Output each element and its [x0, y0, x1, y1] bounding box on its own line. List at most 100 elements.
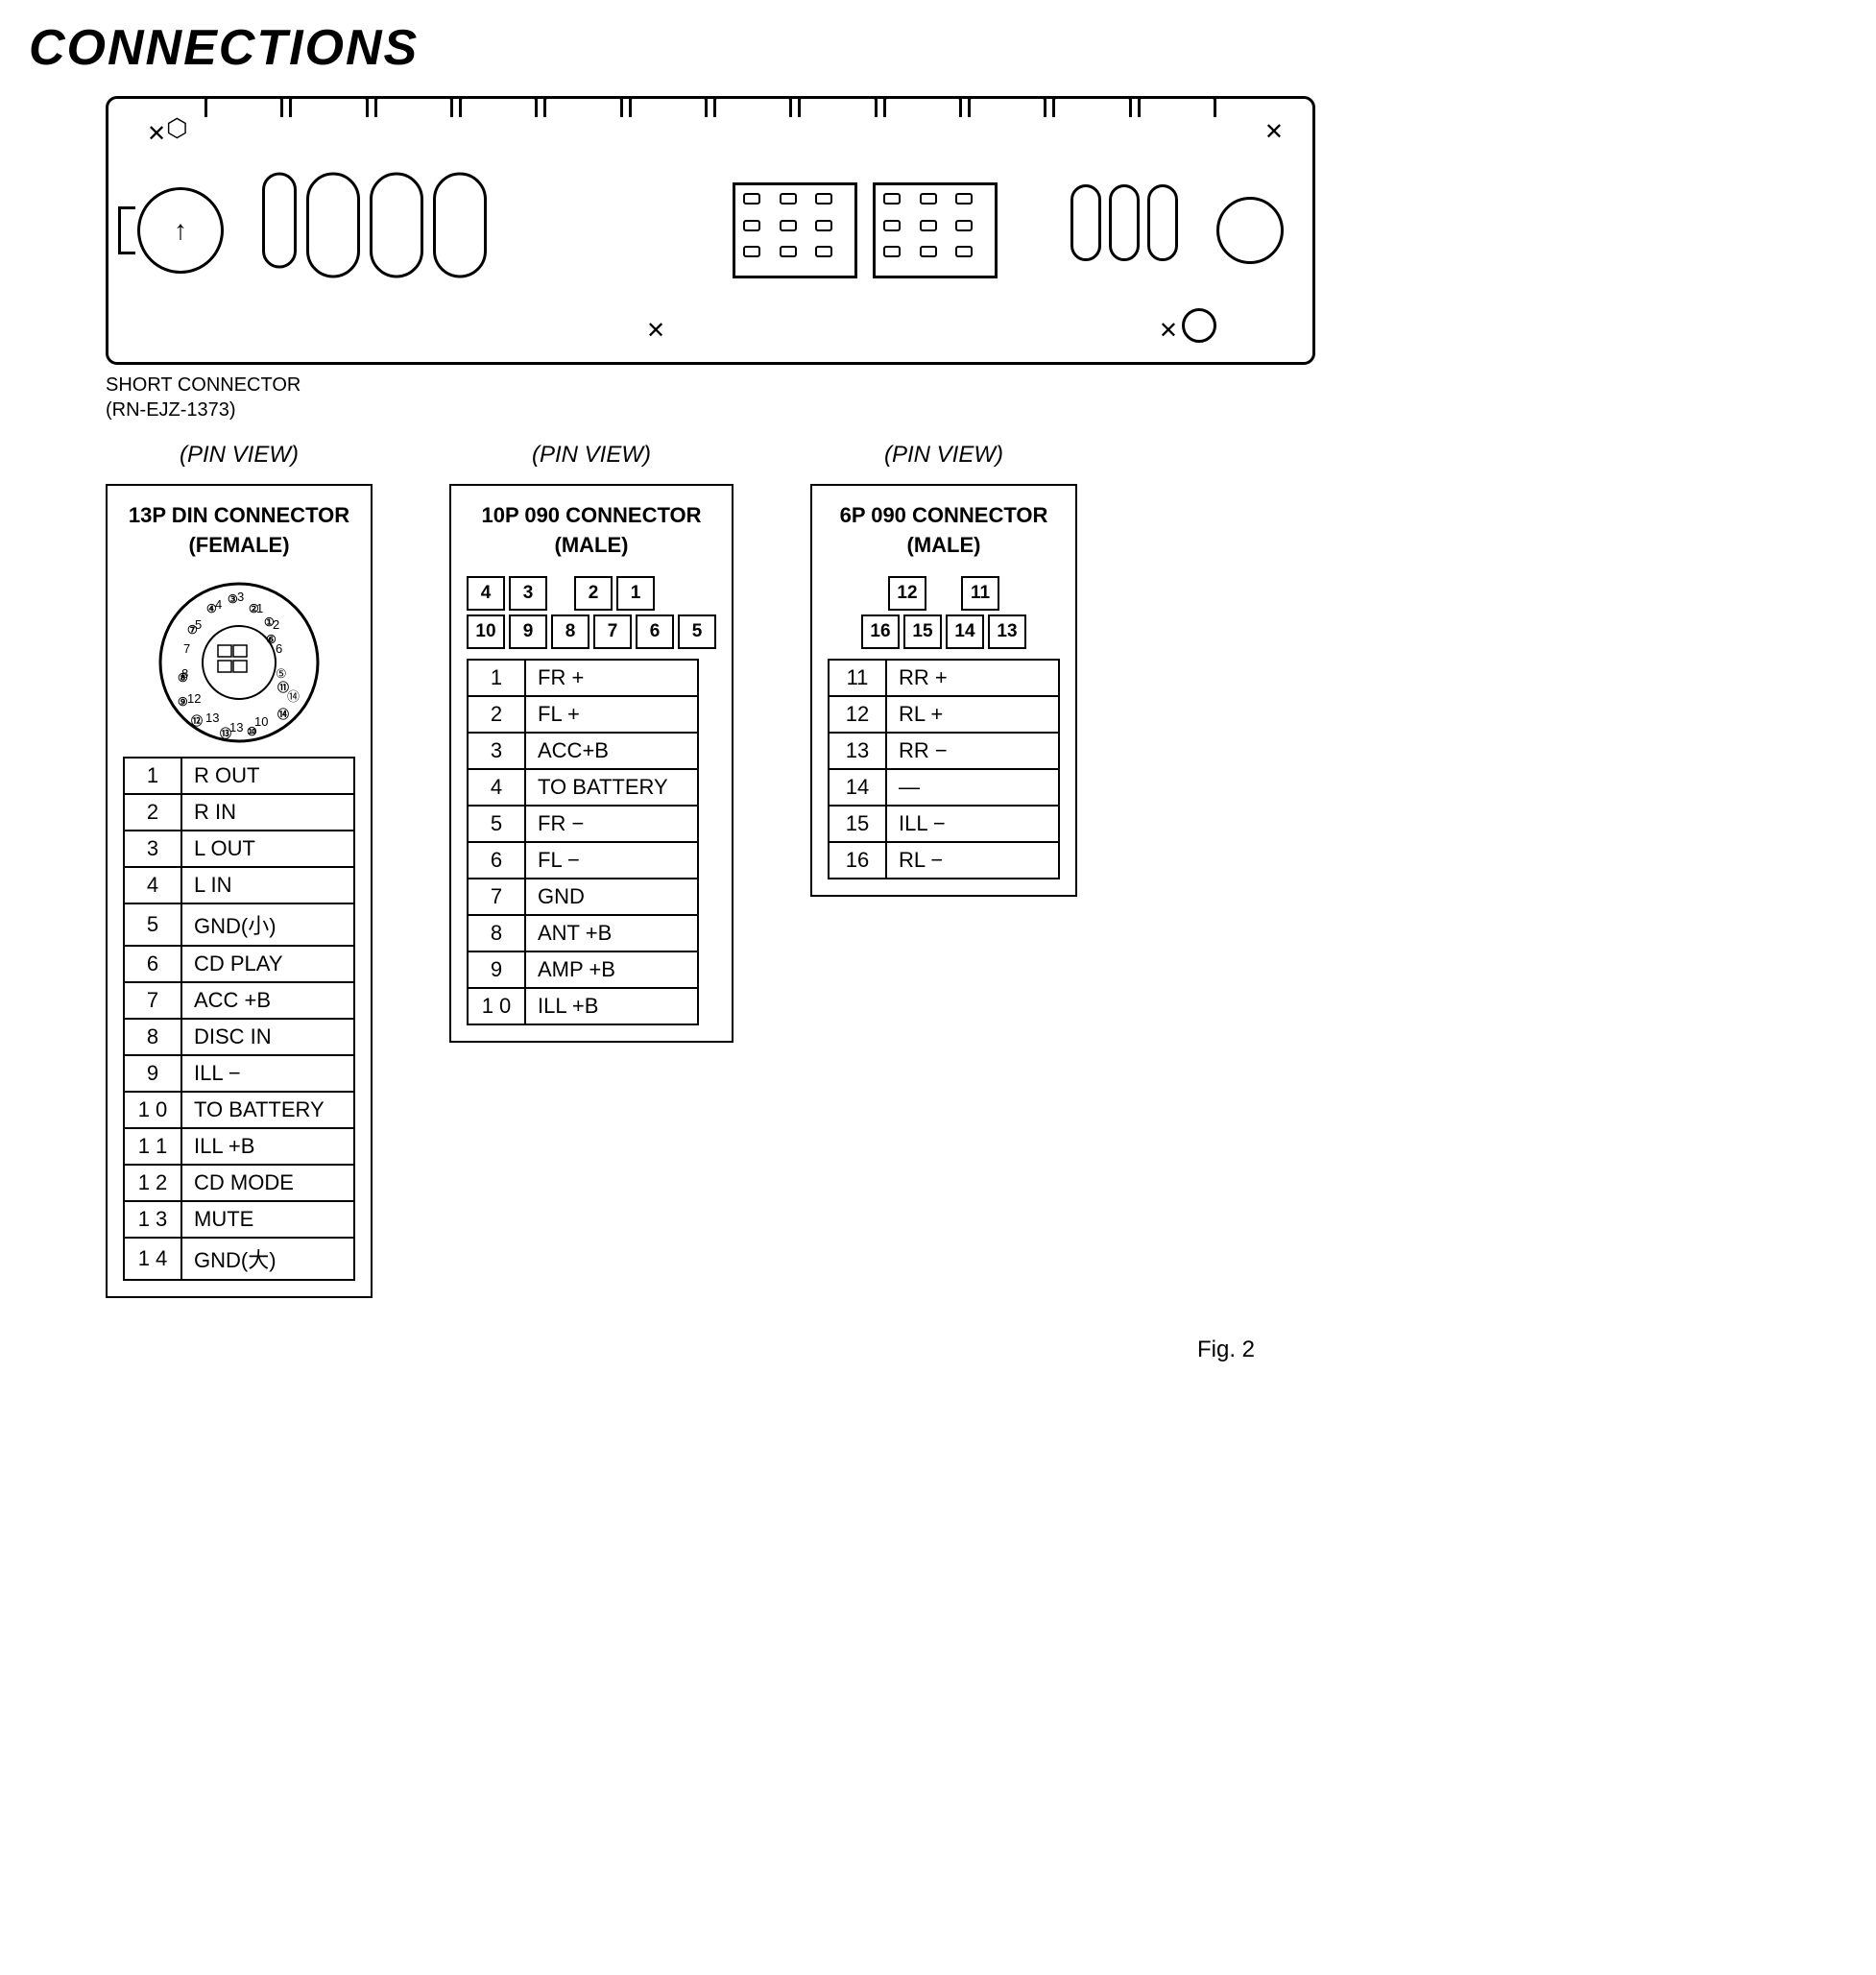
- svg-text:⑧: ⑧: [178, 671, 188, 685]
- pin-label: RR −: [886, 733, 1059, 769]
- device-diagram: ⬡ ✕ ↑ ✕: [106, 96, 1354, 365]
- pin-number: 9: [468, 951, 525, 988]
- svg-text:3: 3: [237, 590, 244, 604]
- pin-number: 1 3: [124, 1201, 181, 1238]
- table-row: 13RR −: [829, 733, 1059, 769]
- pin-number: 1: [124, 758, 181, 794]
- pin-number: 14: [829, 769, 886, 806]
- table-row: 7GND: [468, 879, 698, 915]
- x-mark-right-top: ✕: [1264, 118, 1284, 146]
- pin-label: FR +: [525, 660, 698, 696]
- page-title: CONNECTIONS: [29, 19, 1847, 77]
- svg-text:12: 12: [187, 691, 201, 706]
- pin-label: ILL −: [181, 1055, 354, 1092]
- pin-label: L IN: [181, 867, 354, 903]
- 10p-grid-diagram: 4 3 2 1 10 9 8 7 6 5: [467, 576, 716, 649]
- connector-10p-title: 10P 090 CONNECTOR (MALE): [467, 501, 716, 561]
- connector-6p-container: 6P 090 CONNECTOR (MALE) 12 11 16 15 14 1…: [810, 484, 1077, 897]
- pin-label: —: [886, 769, 1059, 806]
- connector-box-right: [873, 182, 998, 278]
- svg-text:⑦: ⑦: [187, 623, 198, 637]
- table-row: 9AMP +B: [468, 951, 698, 988]
- connector-13p-title: 13P DIN CONNECTOR (FEMALE): [123, 501, 355, 561]
- pin-number: 7: [468, 879, 525, 915]
- pin-number: 1: [468, 660, 525, 696]
- pin-label: FL +: [525, 696, 698, 733]
- pin-label: AMP +B: [525, 951, 698, 988]
- left-bracket: [118, 206, 135, 254]
- pin-view-label-6p: (PIN VIEW): [884, 442, 1003, 469]
- pin-label: TO BATTERY: [181, 1092, 354, 1128]
- table-row: 6FL −: [468, 842, 698, 879]
- svg-text:⑨: ⑨: [178, 695, 188, 709]
- table-row: 9ILL −: [124, 1055, 354, 1092]
- pin-number: 16: [829, 842, 886, 879]
- pin-view-label-13p: (PIN VIEW): [180, 442, 299, 469]
- pin-number: 1 4: [124, 1238, 181, 1280]
- svg-text:⑩: ⑩: [247, 725, 257, 738]
- pin-label: ILL +B: [525, 988, 698, 1024]
- table-row: 1 0TO BATTERY: [124, 1092, 354, 1128]
- pin-number: 2: [124, 794, 181, 831]
- pin-number: 6: [468, 842, 525, 879]
- pin-label: R IN: [181, 794, 354, 831]
- din-circle-diagram: 1 2 3 4 5 7 8 6 ⑤ 12 13 13 10 ⑭ ②: [153, 576, 325, 749]
- pin-label: ILL +B: [181, 1128, 354, 1165]
- table-row: 4TO BATTERY: [468, 769, 698, 806]
- pin-number: 5: [468, 806, 525, 842]
- x-mark-center-left: ✕: [646, 317, 665, 345]
- svg-text:⑫: ⑫: [191, 713, 203, 728]
- svg-text:13: 13: [229, 720, 243, 735]
- table-row: 1 1ILL +B: [124, 1128, 354, 1165]
- connector-10p-block: (PIN VIEW) 10P 090 CONNECTOR (MALE) 4 3 …: [449, 442, 734, 1052]
- pin-number: 8: [124, 1019, 181, 1055]
- right-knob: [1216, 197, 1284, 264]
- svg-text:⑥: ⑥: [266, 633, 277, 646]
- pin-number: 5: [124, 903, 181, 946]
- pin-views-section: (PIN VIEW) 13P DIN CONNECTOR (FEMALE): [29, 442, 1847, 1308]
- pin-number: 1 1: [124, 1128, 181, 1165]
- pin-label: ACC +B: [181, 982, 354, 1019]
- device-slots: [262, 173, 487, 278]
- table-row: 5GND(小): [124, 903, 354, 946]
- svg-text:⑬: ⑬: [220, 726, 231, 740]
- pin-number: 9: [124, 1055, 181, 1092]
- pin-label: TO BATTERY: [525, 769, 698, 806]
- svg-text:②: ②: [249, 602, 259, 615]
- x-mark-bottom-right: ✕: [1159, 317, 1178, 345]
- table-row: 2FL +: [468, 696, 698, 733]
- pin-label: CD PLAY: [181, 946, 354, 982]
- table-row: 14—: [829, 769, 1059, 806]
- pin-number: 3: [468, 733, 525, 769]
- table-row: 1 0ILL +B: [468, 988, 698, 1024]
- table-row: 2R IN: [124, 794, 354, 831]
- svg-text:7: 7: [183, 641, 190, 656]
- pin-number: 3: [124, 831, 181, 867]
- connector-6p-block: (PIN VIEW) 6P 090 CONNECTOR (MALE) 12 11…: [810, 442, 1077, 906]
- pin-label: CD MODE: [181, 1165, 354, 1201]
- pin-number: 1 0: [468, 988, 525, 1024]
- pin-label: GND(大): [181, 1238, 354, 1280]
- table-row: 1FR +: [468, 660, 698, 696]
- hex-bolt: ⬡: [166, 113, 195, 142]
- 6p-grid-diagram: 12 11 16 15 14 13: [861, 576, 1026, 649]
- table-row: 15ILL −: [829, 806, 1059, 842]
- connector-13p-container: 13P DIN CONNECTOR (FEMALE) 1 2: [106, 484, 373, 1298]
- connector-10p-table: 1FR +2FL +3ACC+B4TO BATTERY5FR −6FL −7GN…: [467, 659, 699, 1025]
- table-row: 1R OUT: [124, 758, 354, 794]
- svg-text:⑭: ⑭: [277, 707, 289, 721]
- table-row: 8ANT +B: [468, 915, 698, 951]
- table-row: 3ACC+B: [468, 733, 698, 769]
- pin-number: 13: [829, 733, 886, 769]
- pin-label: L OUT: [181, 831, 354, 867]
- fig-label: Fig. 2: [605, 1337, 1847, 1363]
- pin-number: 15: [829, 806, 886, 842]
- table-row: 6CD PLAY: [124, 946, 354, 982]
- pin-label: GND: [525, 879, 698, 915]
- center-connectors: [733, 182, 998, 278]
- pin-number: 11: [829, 660, 886, 696]
- device-top-tabs: [204, 96, 1216, 117]
- pin-label: ILL −: [886, 806, 1059, 842]
- svg-text:④: ④: [206, 602, 217, 615]
- svg-text:③: ③: [228, 592, 238, 606]
